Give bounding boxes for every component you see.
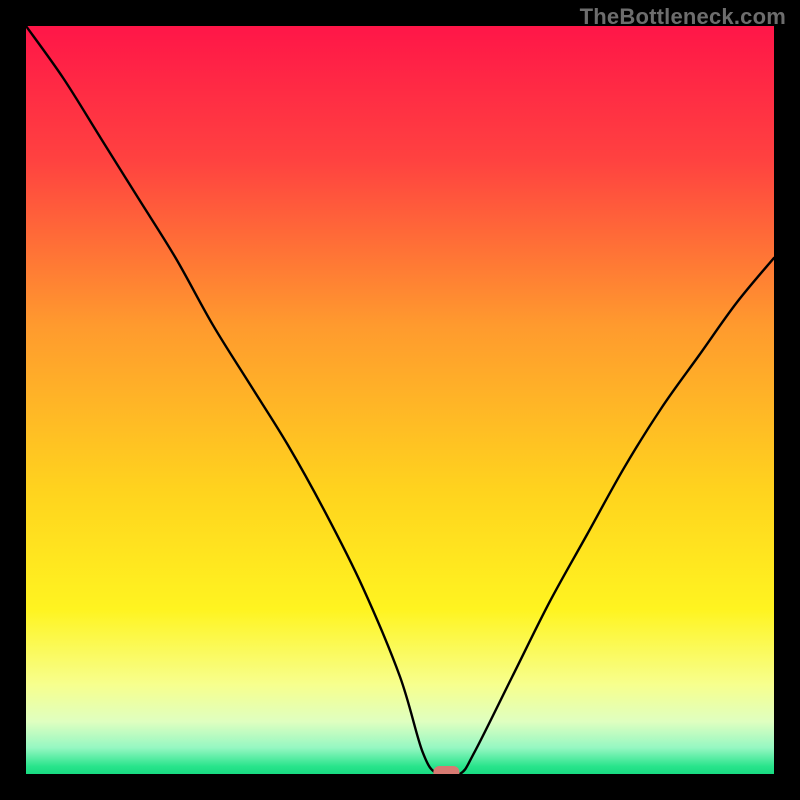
- gradient-background: [26, 26, 774, 774]
- chart-frame: TheBottleneck.com: [0, 0, 800, 800]
- watermark-text: TheBottleneck.com: [580, 4, 786, 30]
- plot-area: [26, 26, 774, 774]
- marker-pill: [433, 766, 459, 774]
- bottleneck-chart: [26, 26, 774, 774]
